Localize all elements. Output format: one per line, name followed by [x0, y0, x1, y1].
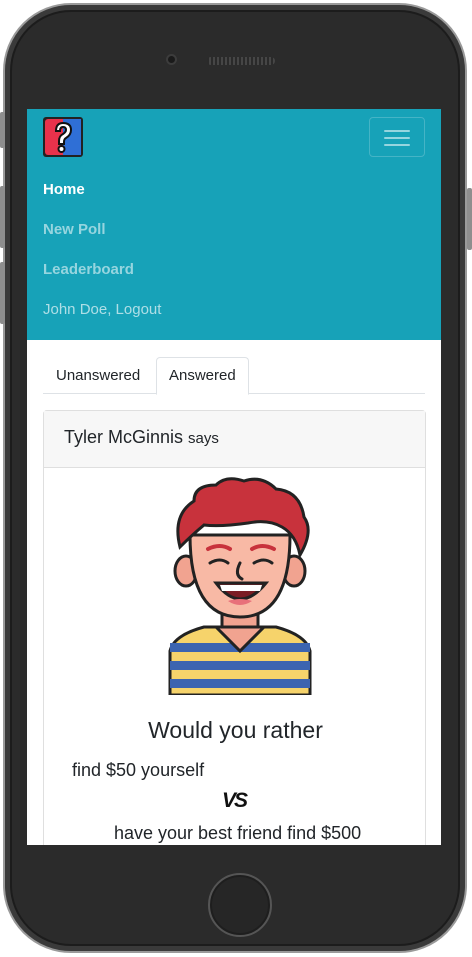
hamburger-menu-icon[interactable] — [369, 117, 425, 157]
nav-new-poll[interactable]: New Poll — [43, 221, 161, 261]
poll-tabs: Unanswered Answered — [43, 357, 425, 395]
volume-up-button — [0, 186, 5, 248]
tab-unanswered[interactable]: Unanswered — [43, 357, 153, 394]
option-two: have your best friend find $500 — [114, 823, 362, 843]
silent-switch — [0, 112, 5, 148]
question-mark-icon[interactable] — [43, 117, 83, 157]
volume-down-button — [0, 262, 5, 324]
speaker-grille — [207, 57, 275, 65]
nav-links: Home New Poll Leaderboard John Doe, Logo… — [43, 181, 161, 341]
power-button — [467, 188, 472, 250]
poll-card: Tyler McGinnis says Would you rather fin… — [43, 410, 426, 845]
vs-label: VS — [222, 789, 248, 812]
nav-logout[interactable]: John Doe, Logout — [43, 301, 161, 341]
nav-leaderboard[interactable]: Leaderboard — [43, 261, 161, 301]
option-one: find $50 yourself — [72, 760, 205, 780]
home-button[interactable] — [208, 873, 272, 937]
nav-home[interactable]: Home — [43, 181, 161, 221]
question-title: Would you rather — [148, 717, 323, 743]
navbar: Home New Poll Leaderboard John Doe, Logo… — [27, 109, 441, 340]
tab-answered[interactable]: Answered — [156, 357, 249, 395]
camera-icon — [166, 54, 177, 65]
poll-author: Tyler McGinnis — [64, 427, 184, 447]
says-label: says — [188, 430, 219, 447]
user-avatar — [164, 475, 316, 697]
poll-card-header: Tyler McGinnis says — [44, 411, 425, 468]
app-screen: Home New Poll Leaderboard John Doe, Logo… — [27, 109, 441, 845]
